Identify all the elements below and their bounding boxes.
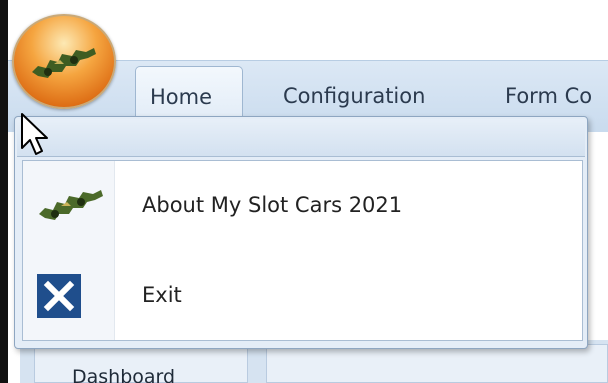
background-dashboard-label: Dashboard [72,366,176,383]
window-edge [0,0,8,383]
application-menu-button[interactable] [12,14,116,109]
mouse-cursor-icon [21,113,48,155]
background-content-cell [266,344,608,383]
menu-item-about[interactable]: About My Slot Cars 2021 [23,163,582,252]
close-icon [37,274,81,322]
application-menu-body: About My Slot Cars 2021 Exit [22,160,583,341]
menu-item-exit-label: Exit [142,283,182,307]
menu-item-exit[interactable]: Exit [23,253,582,342]
tab-configuration[interactable]: Configuration [283,66,425,120]
application-menu-header [17,119,585,157]
application-menu: About My Slot Cars 2021 Exit [14,116,588,349]
tab-home[interactable]: Home [135,66,243,120]
slot-car-logo-icon [37,188,105,226]
slot-car-logo-icon [32,48,96,78]
tab-form-controls[interactable]: Form Co [505,66,592,120]
menu-item-about-label: About My Slot Cars 2021 [142,193,403,217]
